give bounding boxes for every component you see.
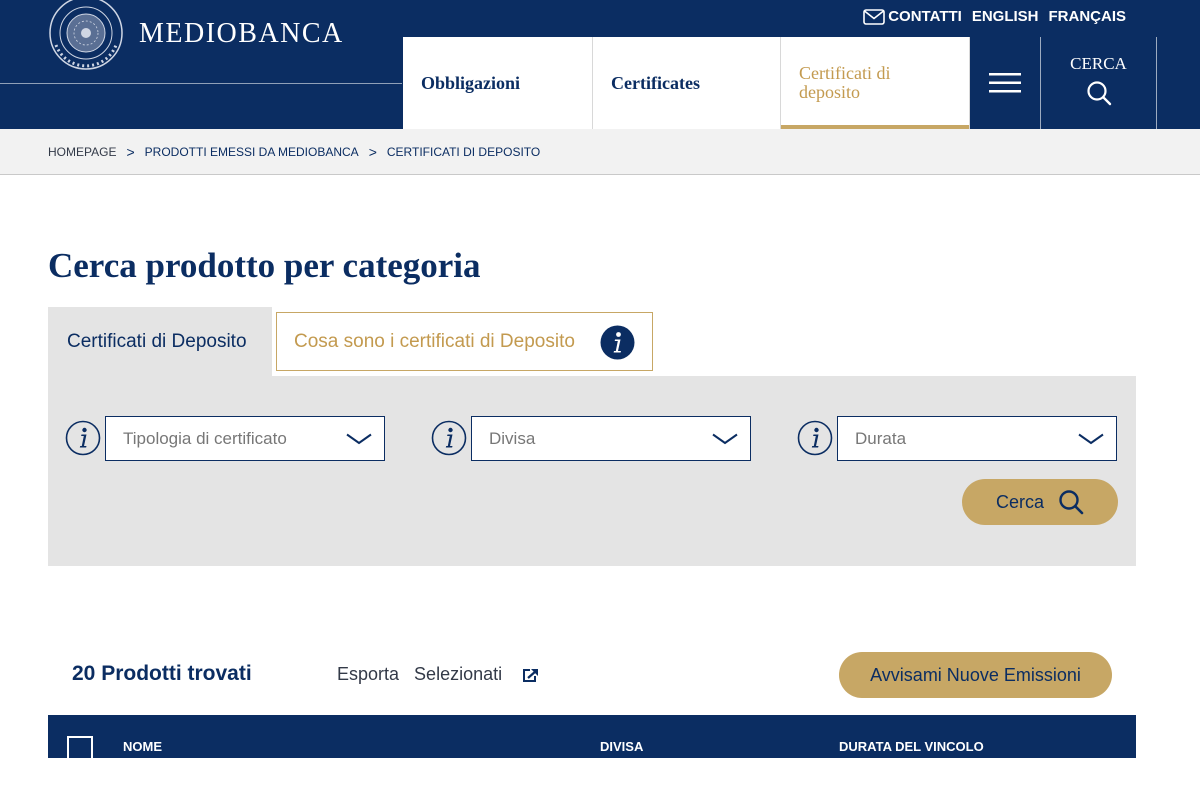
info-icon[interactable] xyxy=(797,420,833,456)
tipologia-select[interactable]: Tipologia di certificato xyxy=(105,416,385,461)
chevron-down-icon xyxy=(346,433,372,445)
site-header: MEDIOBANCA CONTATTI ENGLISH FRANÇAIS Obb… xyxy=(0,0,1200,129)
header-search-button[interactable]: CERCA xyxy=(1041,37,1157,129)
select-placeholder: Durata xyxy=(855,428,907,448)
tab-cosa-sono-certificati[interactable]: Cosa sono i certificati di Deposito xyxy=(276,312,653,371)
contacts-label: CONTATTI xyxy=(888,8,962,25)
nav-tab-certificati-di-deposito[interactable]: Certificati di deposito xyxy=(781,37,970,129)
nav-tab-certificates[interactable]: Certificates xyxy=(593,37,781,129)
breadcrumb-separator: > xyxy=(368,143,377,160)
breadcrumb-homepage[interactable]: HOMEPAGE xyxy=(48,145,116,159)
notify-button-label: Avvisami Nuove Emissioni xyxy=(870,664,1081,685)
results-count: 20 Prodotti trovati xyxy=(72,662,252,685)
mail-icon xyxy=(863,8,886,25)
info-icon[interactable] xyxy=(431,420,467,456)
notify-new-issues-button[interactable]: Avvisami Nuove Emissioni xyxy=(839,652,1112,698)
search-button-label: Cerca xyxy=(995,491,1044,512)
menu-button[interactable] xyxy=(970,37,1041,129)
chevron-down-icon xyxy=(1078,433,1104,445)
header-search-label: CERCA xyxy=(1070,54,1127,73)
header-divider xyxy=(0,83,402,84)
search-button[interactable]: Cerca xyxy=(962,479,1118,525)
chevron-down-icon xyxy=(712,433,738,445)
french-link[interactable]: FRANÇAIS xyxy=(1049,8,1127,25)
nav-tab-label: Obbligazioni xyxy=(421,72,521,93)
contacts-link[interactable]: CONTATTI xyxy=(863,8,962,25)
main-nav: Obbligazioni Certificates Certificati di… xyxy=(403,37,970,129)
breadcrumb-certificati[interactable]: CERTIFICATI DI DEPOSITO xyxy=(387,145,540,159)
results-table-header: NOME DIVISA DURATA DEL VINCOLO xyxy=(48,715,1136,762)
selected-label[interactable]: Selezionati xyxy=(414,664,502,685)
tab-label: Certificati di Deposito xyxy=(67,330,247,352)
tab-certificati-di-deposito[interactable]: Certificati di Deposito xyxy=(48,307,272,376)
divisa-select[interactable]: Divisa xyxy=(471,416,751,461)
brand-name[interactable]: MEDIOBANCA xyxy=(139,18,344,50)
nav-tab-label: Certificates xyxy=(611,72,700,93)
breadcrumb-separator: > xyxy=(126,143,135,160)
search-icon xyxy=(1086,81,1111,106)
search-icon xyxy=(1059,490,1084,515)
mediobanca-seal-logo[interactable] xyxy=(46,0,126,76)
top-links: CONTATTI ENGLISH FRANÇAIS xyxy=(863,8,1126,25)
nav-tab-obbligazioni[interactable]: Obbligazioni xyxy=(403,37,593,129)
export-label[interactable]: Esporta xyxy=(337,664,399,685)
hamburger-icon xyxy=(989,73,1021,93)
select-all-checkbox[interactable] xyxy=(67,736,93,762)
column-header-nome[interactable]: NOME xyxy=(123,739,162,754)
tab-label: Cosa sono i certificati di Deposito xyxy=(294,330,575,352)
english-link[interactable]: ENGLISH xyxy=(972,8,1039,25)
durata-select[interactable]: Durata xyxy=(837,416,1117,461)
select-placeholder: Tipologia di certificato xyxy=(123,428,287,448)
breadcrumb: HOMEPAGE > PRODOTTI EMESSI DA MEDIOBANCA… xyxy=(0,129,1200,175)
nav-tab-label: Certificati di deposito xyxy=(799,63,891,102)
info-icon xyxy=(600,325,635,360)
share-export-icon[interactable] xyxy=(522,667,540,683)
page-title: Cerca prodotto per categoria xyxy=(48,246,481,285)
column-header-divisa[interactable]: DIVISA xyxy=(600,739,643,754)
column-header-durata[interactable]: DURATA DEL VINCOLO xyxy=(839,739,984,754)
info-icon[interactable] xyxy=(65,420,101,456)
breadcrumb-prodotti[interactable]: PRODOTTI EMESSI DA MEDIOBANCA xyxy=(145,145,359,159)
select-placeholder: Divisa xyxy=(489,428,536,448)
export-selected: Esporta Selezionati xyxy=(337,664,540,685)
filter-panel: Tipologia di certificato Divisa Durata C… xyxy=(48,376,1136,566)
